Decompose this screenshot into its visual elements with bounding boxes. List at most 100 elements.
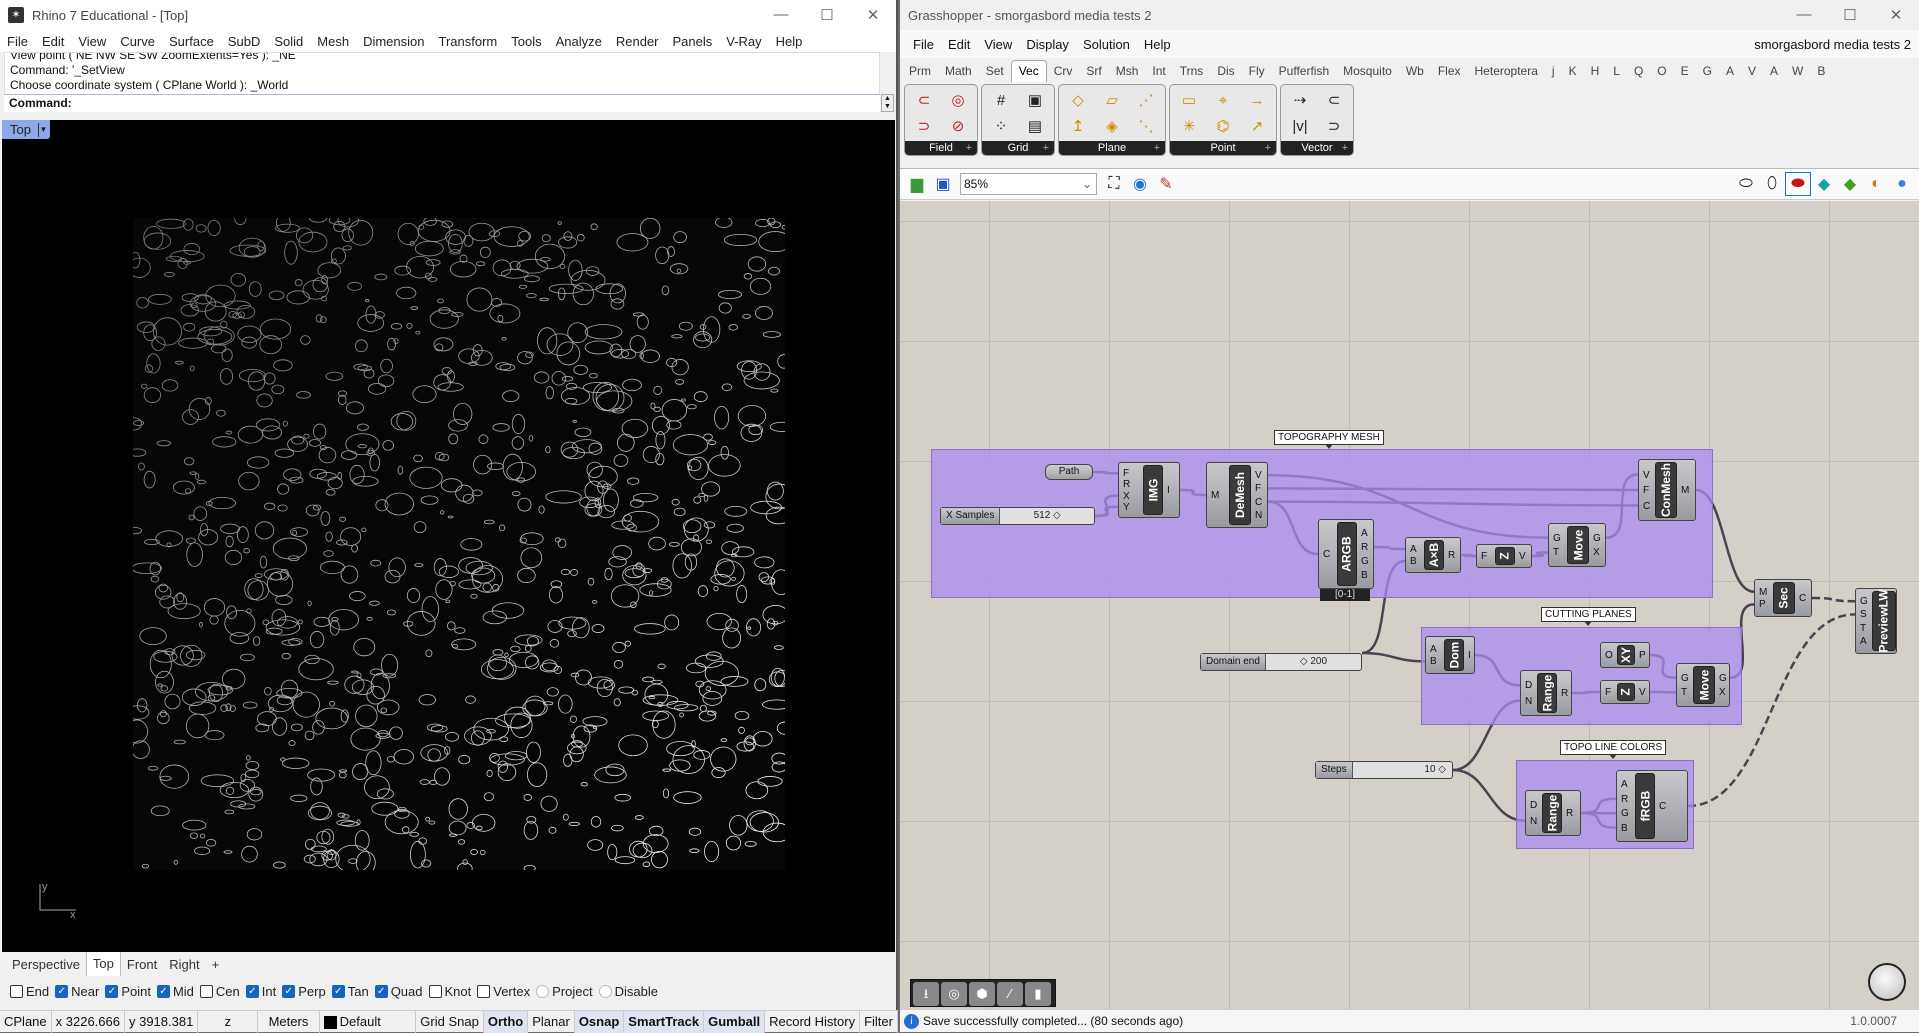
zoom-extents-icon[interactable]: ⛶	[1101, 172, 1127, 196]
preview-settings-icon[interactable]: ●	[1889, 172, 1915, 196]
ribbon-group-label[interactable]: Plane+	[1059, 141, 1165, 155]
component-img[interactable]: IMGFRXYI	[1118, 462, 1180, 518]
input-pin-t[interactable]: T	[1860, 623, 1866, 635]
gh-tab-srf-5[interactable]: Srf	[1079, 64, 1108, 82]
maximize-button[interactable]: ☐	[804, 6, 850, 24]
gh-tab-g-23[interactable]: G	[1696, 64, 1719, 82]
menu-solid[interactable]: Solid	[267, 34, 310, 49]
menu-subd[interactable]: SubD	[221, 34, 268, 49]
input-pin-b[interactable]: B	[1410, 556, 1417, 568]
toggle-osnap[interactable]: Osnap	[575, 1011, 624, 1033]
preview-shaded-icon[interactable]: ⬬	[1785, 172, 1811, 196]
output-pin-f[interactable]: F	[1255, 483, 1261, 495]
input-pin-y[interactable]: Y	[1123, 502, 1130, 514]
gh-tab-e-22[interactable]: E	[1674, 64, 1696, 82]
input-pin-f[interactable]: F	[1643, 485, 1649, 497]
cplane-indicator[interactable]: CPlane	[0, 1011, 52, 1033]
ribbon-group-label[interactable]: Field+	[905, 141, 977, 155]
deconstruct-vector-icon[interactable]: |v|	[1283, 113, 1317, 139]
osnap-checkbox[interactable]: ✓	[332, 985, 345, 998]
viewport-tab-right[interactable]: Right	[163, 957, 205, 972]
output-pin-p[interactable]: P	[1639, 650, 1646, 662]
ribbon-group-label[interactable]: Grid+	[982, 141, 1054, 155]
gh-tab-heteroptera-15[interactable]: Heteroptera	[1468, 64, 1545, 82]
output-pin-g[interactable]: G	[1719, 673, 1727, 685]
osnap-disable[interactable]: Disable	[599, 984, 658, 999]
preview-wireframe-shaded-icon[interactable]: ⬭	[1733, 172, 1759, 196]
viewport-tab-front[interactable]: Front	[121, 957, 163, 972]
gh-maximize-button[interactable]: ☐	[1827, 6, 1873, 24]
menu-panels[interactable]: Panels	[665, 34, 719, 49]
preview-mesh-icon[interactable]: ◆	[1837, 172, 1863, 196]
osnap-mid[interactable]: ✓Mid	[157, 984, 194, 999]
gh-minimize-button[interactable]: —	[1781, 6, 1827, 24]
input-pin-r[interactable]: R	[1621, 794, 1628, 806]
gh-tab-vec-3[interactable]: Vec	[1011, 60, 1047, 82]
output-pin-r[interactable]: R	[1566, 808, 1573, 820]
menu-surface[interactable]: Surface	[162, 34, 221, 49]
save-file-icon[interactable]: ▣	[930, 172, 956, 196]
input-pin-a[interactable]: A	[1621, 779, 1628, 791]
viewport-dropdown-icon[interactable]: ▼	[38, 123, 48, 137]
toggle-ortho[interactable]: Ortho	[484, 1011, 528, 1033]
units-indicator[interactable]: Meters	[258, 1011, 319, 1033]
input-pin-a[interactable]: A	[1860, 636, 1867, 648]
output-pin-i[interactable]: I	[1468, 650, 1471, 662]
vector-length-icon[interactable]: ⊃	[1317, 113, 1351, 139]
point-on-plane-icon[interactable]: ⌬	[1206, 113, 1240, 139]
input-pin-o[interactable]: O	[1605, 650, 1613, 662]
osnap-end[interactable]: End	[10, 984, 49, 999]
zoom-level-select[interactable]: 85%⌄	[960, 173, 1097, 195]
osnap-project[interactable]: Project	[536, 984, 592, 999]
gh-tab-l-19[interactable]: L	[1606, 64, 1627, 82]
add-viewport-tab-icon[interactable]: +	[206, 957, 226, 972]
gh-tab-math-1[interactable]: Math	[938, 64, 979, 82]
toggle-gumball[interactable]: Gumball	[704, 1011, 765, 1033]
gh-tab-a-24[interactable]: A	[1719, 64, 1741, 82]
square-grid-icon[interactable]: #	[984, 87, 1018, 113]
vector-xyz-icon[interactable]: ⇢	[1283, 87, 1317, 113]
deconstruct-xyz-icon[interactable]: ▭	[1172, 87, 1206, 113]
osnap-checkbox[interactable]	[10, 985, 23, 998]
input-pin-b[interactable]: B	[1621, 823, 1628, 835]
output-pin-v[interactable]: V	[1255, 470, 1262, 482]
expand-icon[interactable]: +	[1342, 141, 1348, 155]
osnap-checkbox[interactable]	[536, 985, 549, 998]
output-pin-m[interactable]: M	[1681, 485, 1689, 497]
osnap-checkbox[interactable]	[599, 985, 612, 998]
preview-selected-icon[interactable]: ◆	[1811, 172, 1837, 196]
gh-tab-a-26[interactable]: A	[1763, 64, 1785, 82]
expand-icon[interactable]: +	[1265, 141, 1271, 155]
input-pin-n[interactable]: N	[1530, 816, 1537, 828]
output-pin-v[interactable]: V	[1519, 551, 1526, 563]
gh-canvas[interactable]: TOPOGRAPHY MESH CUTTING PLANES TOPO LINE…	[900, 201, 1919, 1009]
component-frgb[interactable]: fRGBARGBC	[1616, 770, 1688, 842]
input-pin-f[interactable]: F	[1481, 551, 1487, 563]
command-scroll-button[interactable]: ▲▼	[881, 94, 894, 112]
output-pin-i[interactable]: I	[1167, 485, 1170, 497]
osnap-checkbox[interactable]: ✓	[157, 985, 170, 998]
toggle-planar[interactable]: Planar	[528, 1011, 575, 1033]
toggle-filter[interactable]: Filter	[860, 1011, 898, 1033]
gh-tab-flex-14[interactable]: Flex	[1431, 64, 1468, 82]
slider-x-samples[interactable]: X Samples 512 ◇	[940, 507, 1095, 525]
menu-file[interactable]: File	[0, 34, 35, 49]
component-move1[interactable]: MoveGTGX	[1548, 523, 1606, 567]
gh-menu-display[interactable]: Display	[1019, 37, 1076, 52]
osnap-checkbox[interactable]	[429, 985, 442, 998]
gh-tab-w-27[interactable]: W	[1785, 64, 1810, 82]
viewport-title-tab[interactable]: Top ▼	[2, 120, 50, 139]
sketch-pen-icon[interactable]: ✎	[1153, 172, 1179, 196]
output-pin-c[interactable]: C	[1799, 593, 1806, 605]
input-pin-m[interactable]: M	[1759, 587, 1767, 599]
minimize-button[interactable]: —	[758, 6, 804, 24]
hex-grid-icon[interactable]: ▣	[1018, 87, 1052, 113]
bar-icon[interactable]: ▮	[1025, 982, 1051, 1006]
viewport-tab-perspective[interactable]: Perspective	[6, 957, 86, 972]
osnap-cen[interactable]: Cen	[200, 984, 240, 999]
menu-analyze[interactable]: Analyze	[549, 34, 609, 49]
menu-curve[interactable]: Curve	[113, 34, 162, 49]
input-pin-m[interactable]: M	[1211, 490, 1219, 502]
expand-icon[interactable]: +	[966, 141, 972, 155]
gh-tab-pufferfish-11[interactable]: Pufferfish	[1272, 64, 1336, 82]
